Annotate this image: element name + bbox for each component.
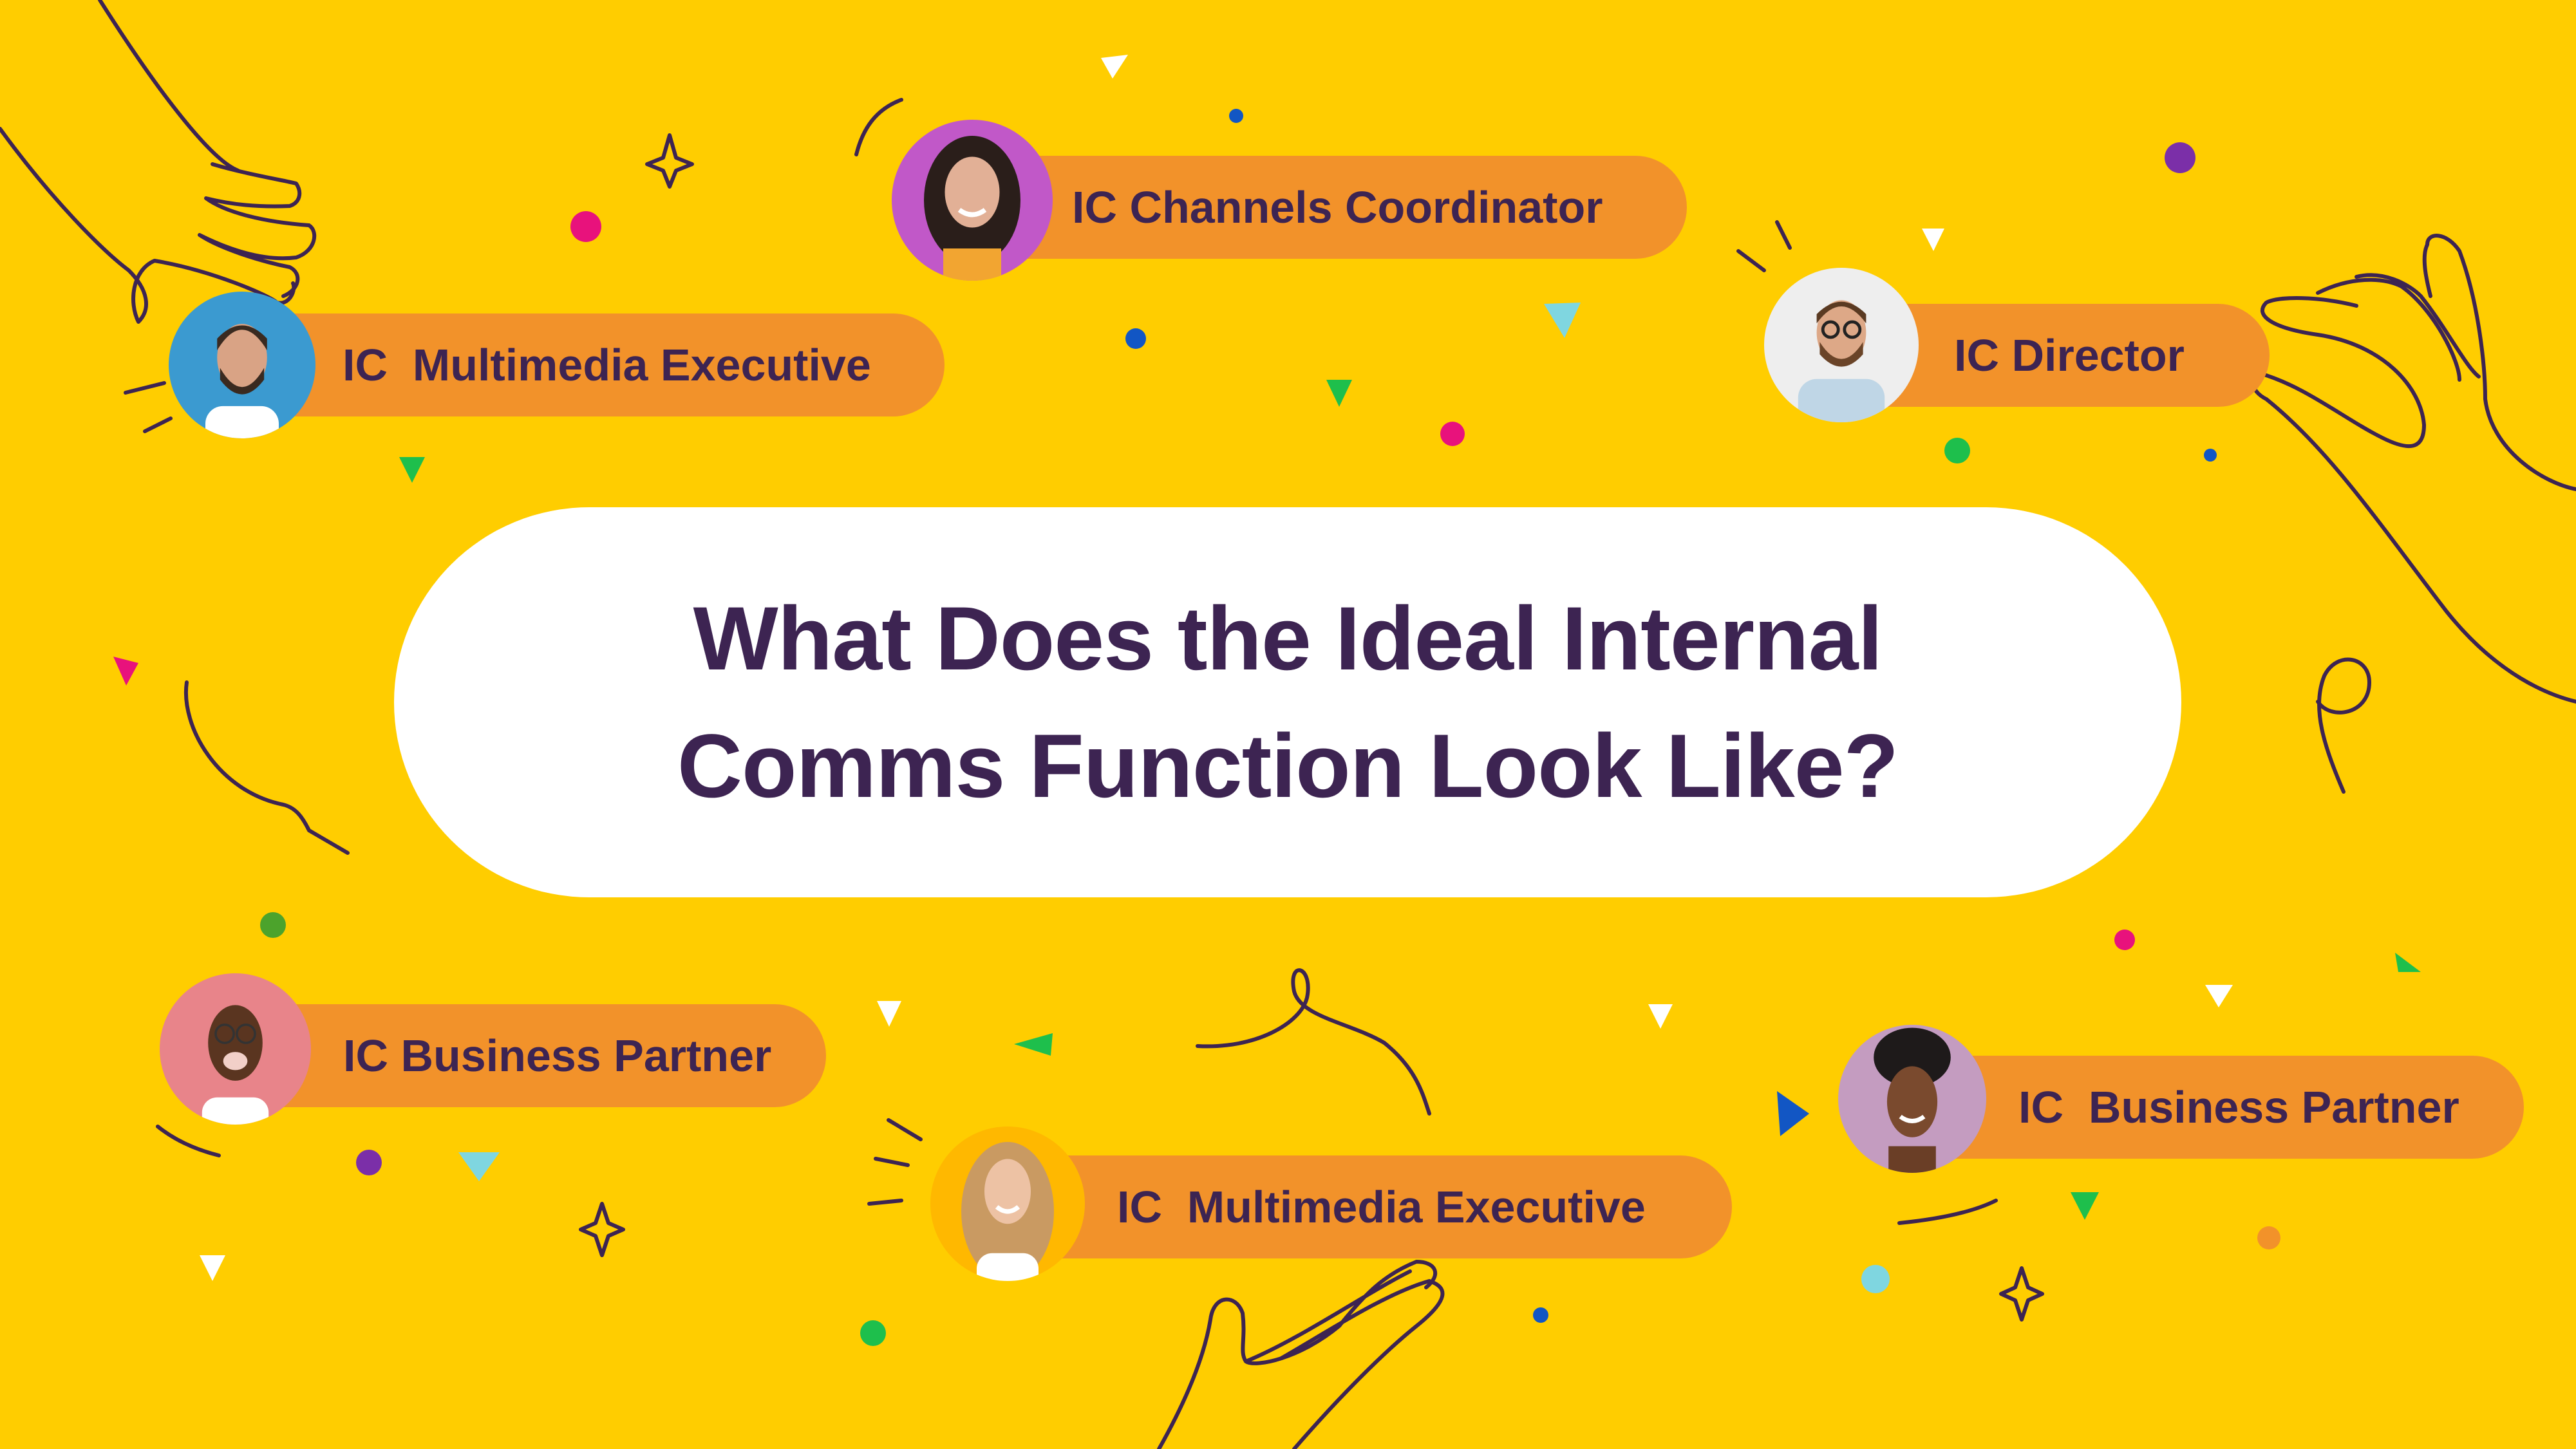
- hand-bottom-icon: [1157, 1260, 1445, 1449]
- avatar: [892, 120, 1053, 281]
- role-card-channels-coordinator: IC Channels Coordinator: [892, 120, 1687, 281]
- person-portrait-icon: [1874, 1027, 1951, 1173]
- page-title: What Does the Ideal Internal Comms Funct…: [677, 575, 1899, 830]
- sparkle-icon: [1999, 1266, 2044, 1322]
- role-pill: IC Multimedia Executive: [995, 1155, 1732, 1258]
- role-card-multimedia-executive-1: IC Multimedia Executive: [169, 292, 945, 438]
- avatar: [930, 1126, 1085, 1281]
- role-pill: IC Channels Coordinator: [956, 156, 1687, 259]
- role-card-business-partner-2: IC Business Partner: [1838, 1025, 2524, 1173]
- role-card-business-partner-1: IC Business Partner: [160, 973, 826, 1125]
- role-label: IC Business Partner: [2018, 1082, 2459, 1132]
- person-portrait-icon: [961, 1142, 1054, 1281]
- role-label: IC Director: [1954, 330, 2185, 380]
- role-pill: IC Multimedia Executive: [233, 313, 945, 416]
- role-label: IC Channels Coordinator: [1072, 182, 1603, 232]
- avatar: [160, 973, 311, 1125]
- role-pill: IC Business Partner: [224, 1004, 826, 1107]
- title-line-1: What Does the Ideal Internal: [693, 588, 1883, 689]
- role-card-multimedia-executive-2: IC Multimedia Executive: [930, 1126, 1732, 1281]
- person-portrait-icon: [202, 1005, 269, 1125]
- person-portrait-icon: [205, 324, 279, 438]
- avatar: [1838, 1025, 1986, 1173]
- avatar: [1764, 268, 1919, 422]
- person-portrait-icon: [1798, 300, 1885, 422]
- role-pill: IC Business Partner: [1903, 1056, 2524, 1159]
- role-card-director: IC Director: [1764, 268, 2270, 422]
- hand-right-icon: [2251, 234, 2576, 704]
- hand-top-left-icon: [0, 0, 317, 324]
- title-line-2: Comms Function Look Like?: [677, 715, 1899, 816]
- headline-banner: What Does the Ideal Internal Comms Funct…: [394, 507, 2181, 897]
- sparkle-icon: [645, 133, 694, 189]
- person-portrait-icon: [924, 136, 1020, 281]
- role-label: IC Multimedia Executive: [343, 340, 871, 390]
- role-label: IC Business Partner: [343, 1031, 772, 1081]
- role-label: IC Multimedia Executive: [1117, 1182, 1646, 1232]
- sparkle-icon: [579, 1202, 625, 1257]
- avatar: [169, 292, 315, 438]
